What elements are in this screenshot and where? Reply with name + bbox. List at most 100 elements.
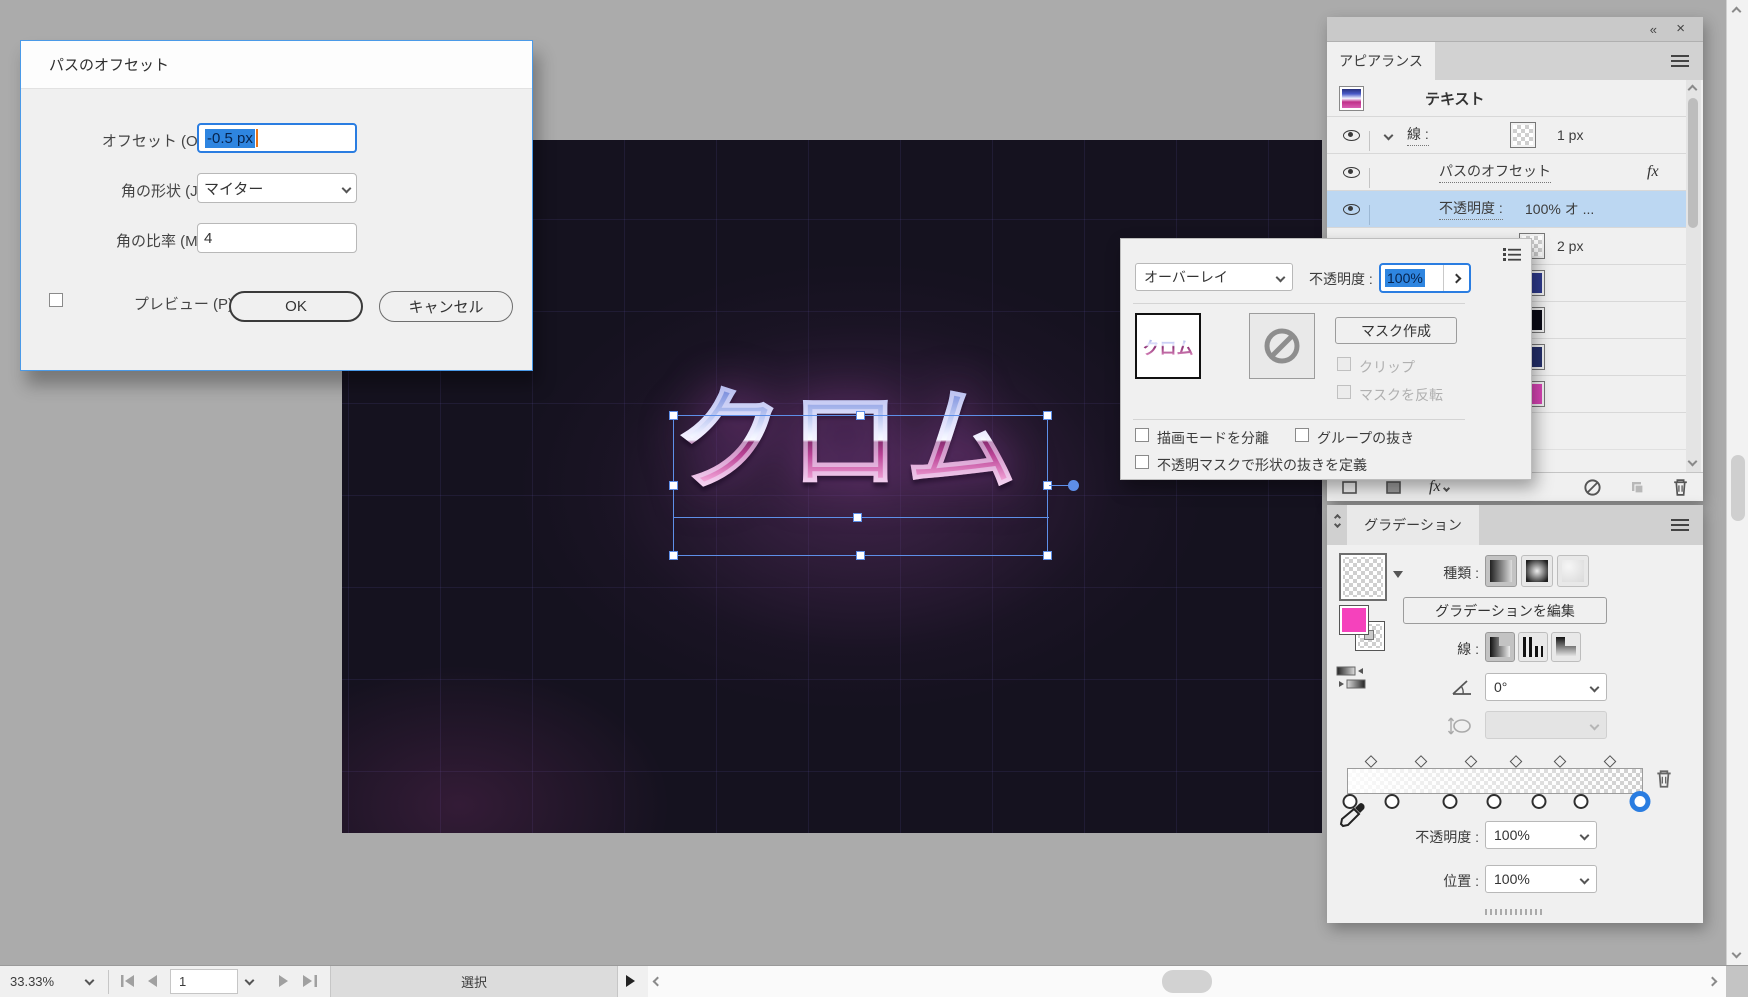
joins-dropdown[interactable]: マイター	[197, 173, 357, 203]
radial-gradient-type-button[interactable]	[1521, 555, 1553, 587]
gradient-midpoint[interactable]	[1465, 755, 1478, 768]
stroke-across-button[interactable]	[1551, 632, 1581, 662]
panel-window-bar[interactable]: « ×	[1327, 17, 1703, 42]
scroll-down-icon[interactable]	[1688, 457, 1698, 467]
panel-menu-icon[interactable]	[1671, 55, 1689, 67]
zoom-level[interactable]: 33.33%	[10, 974, 54, 989]
edit-gradient-button[interactable]: グラデーションを編集	[1403, 597, 1607, 624]
gradient-stop[interactable]	[1633, 794, 1648, 809]
gradient-midpoint[interactable]	[1415, 755, 1428, 768]
cancel-button[interactable]: キャンセル	[379, 291, 513, 322]
visibility-eye-icon[interactable]	[1343, 167, 1360, 178]
eyedropper-icon[interactable]	[1337, 799, 1367, 833]
row-label[interactable]: 線 :	[1407, 124, 1429, 146]
isolate-blending-checkbox[interactable]	[1135, 428, 1149, 442]
options-list-icon[interactable]	[1503, 247, 1521, 261]
gradient-midpoint[interactable]	[1604, 755, 1617, 768]
horizontal-scrollbar[interactable]	[648, 966, 1726, 997]
popup-opacity-field[interactable]: 100%	[1379, 263, 1471, 293]
stroke-along-button[interactable]	[1518, 632, 1548, 662]
selection-handle-nw[interactable]	[669, 411, 678, 420]
appearance-row-opacity-selected[interactable]: 不透明度 : 100% オ ...	[1327, 191, 1687, 228]
selection-handle-n[interactable]	[856, 411, 865, 420]
row-value[interactable]: 2 px	[1557, 238, 1583, 254]
artboard-dropdown-icon[interactable]	[245, 976, 255, 986]
vscroll-thumb[interactable]	[1731, 455, 1745, 521]
appearance-row-text[interactable]: テキスト	[1327, 80, 1687, 117]
delete-stop-trash-icon[interactable]	[1655, 769, 1673, 789]
tab-gradient[interactable]: グラデーション	[1347, 505, 1479, 545]
opacity-slider-expand-icon[interactable]	[1443, 265, 1469, 291]
selection-handle-se[interactable]	[1043, 551, 1052, 560]
appearance-scrollbar[interactable]	[1686, 80, 1701, 473]
blend-mode-dropdown[interactable]: オーバーレイ	[1135, 263, 1293, 291]
mask-thumbnail-disabled[interactable]	[1249, 313, 1315, 379]
fill-swatch[interactable]	[1339, 605, 1369, 635]
preview-checkbox[interactable]	[49, 293, 63, 307]
row-value[interactable]: 1 px	[1557, 127, 1583, 143]
duplicate-item-icon[interactable]	[1628, 478, 1646, 496]
scroll-up-icon[interactable]	[1688, 85, 1698, 95]
add-new-fill-icon[interactable]	[1385, 479, 1403, 495]
hscroll-thumb[interactable]	[1162, 970, 1212, 993]
row-label[interactable]: パスのオフセット	[1439, 161, 1551, 183]
gradient-stop[interactable]	[1487, 794, 1502, 809]
dialog-titlebar[interactable]: パスのオフセット	[21, 41, 532, 89]
scroll-left-icon[interactable]	[653, 977, 663, 987]
knockout-group-checkbox[interactable]	[1295, 428, 1309, 442]
panel-resize-grip[interactable]	[1485, 909, 1545, 915]
panel-collapse-icon[interactable]	[1335, 515, 1340, 527]
selection-handle-sw[interactable]	[669, 551, 678, 560]
add-new-stroke-icon[interactable]	[1341, 479, 1359, 495]
visibility-eye-icon[interactable]	[1343, 204, 1360, 215]
gradient-midpoint[interactable]	[1554, 755, 1567, 768]
status-flyout-icon[interactable]	[625, 974, 637, 988]
make-mask-button[interactable]: マスク作成	[1335, 317, 1457, 344]
gradient-preview-swatch[interactable]	[1339, 553, 1387, 601]
ok-button[interactable]: OK	[229, 291, 363, 322]
object-thumbnail[interactable]: クロム	[1135, 313, 1201, 379]
expand-chevron-icon[interactable]	[1384, 131, 1394, 141]
anchor-point[interactable]	[1068, 480, 1079, 491]
collapse-panel-icon[interactable]: «	[1650, 22, 1655, 37]
reverse-gradient-icon[interactable]	[1335, 665, 1369, 691]
selection-handle-ne[interactable]	[1043, 411, 1052, 420]
clear-appearance-icon[interactable]	[1583, 478, 1602, 497]
gradient-stop[interactable]	[1385, 794, 1400, 809]
tab-appearance[interactable]: アピアランス	[1327, 42, 1435, 80]
scroll-up-icon[interactable]	[1732, 7, 1742, 17]
gradient-midpoint[interactable]	[1364, 755, 1377, 768]
selection-handle-s[interactable]	[856, 551, 865, 560]
freeform-gradient-type-button[interactable]	[1557, 555, 1589, 587]
first-artboard-icon[interactable]	[120, 974, 136, 988]
fx-effect-icon[interactable]: fx	[1647, 163, 1659, 181]
gradient-presets-arrow-icon[interactable]	[1393, 571, 1403, 578]
appearance-row-offset-path[interactable]: パスのオフセット fx	[1327, 154, 1687, 191]
stroke-within-button[interactable]	[1485, 632, 1515, 662]
miter-input[interactable]: 4	[197, 223, 357, 253]
gradient-slider-bar[interactable]	[1347, 768, 1643, 794]
gradient-stop[interactable]	[1442, 794, 1457, 809]
gradient-stop[interactable]	[1574, 794, 1589, 809]
scrollbar-thumb[interactable]	[1688, 98, 1698, 228]
opacity-mask-define-checkbox[interactable]	[1135, 455, 1149, 469]
panel-menu-icon[interactable]	[1671, 519, 1689, 531]
visibility-eye-icon[interactable]	[1343, 130, 1360, 141]
next-artboard-icon[interactable]	[278, 974, 290, 988]
stop-position-dropdown[interactable]: 100%	[1485, 865, 1597, 893]
zoom-dropdown-icon[interactable]	[85, 976, 95, 986]
angle-dropdown[interactable]: 0°	[1485, 673, 1607, 701]
scroll-right-icon[interactable]	[1708, 977, 1718, 987]
artboard-number-field[interactable]: 1	[170, 969, 238, 994]
status-display[interactable]: 選択	[330, 966, 618, 997]
add-effect-fx-icon[interactable]: fx	[1429, 478, 1449, 496]
gradient-midpoint[interactable]	[1509, 755, 1522, 768]
delete-trash-icon[interactable]	[1672, 478, 1689, 497]
stroke-swatch[interactable]	[1511, 123, 1535, 147]
last-artboard-icon[interactable]	[302, 974, 318, 988]
close-panel-icon[interactable]: ×	[1676, 20, 1685, 37]
selection-handle-w[interactable]	[669, 481, 678, 490]
offset-input[interactable]: -0.5 px	[197, 123, 357, 153]
appearance-row-stroke[interactable]: 線 : 1 px	[1327, 117, 1687, 154]
previous-artboard-icon[interactable]	[146, 974, 158, 988]
